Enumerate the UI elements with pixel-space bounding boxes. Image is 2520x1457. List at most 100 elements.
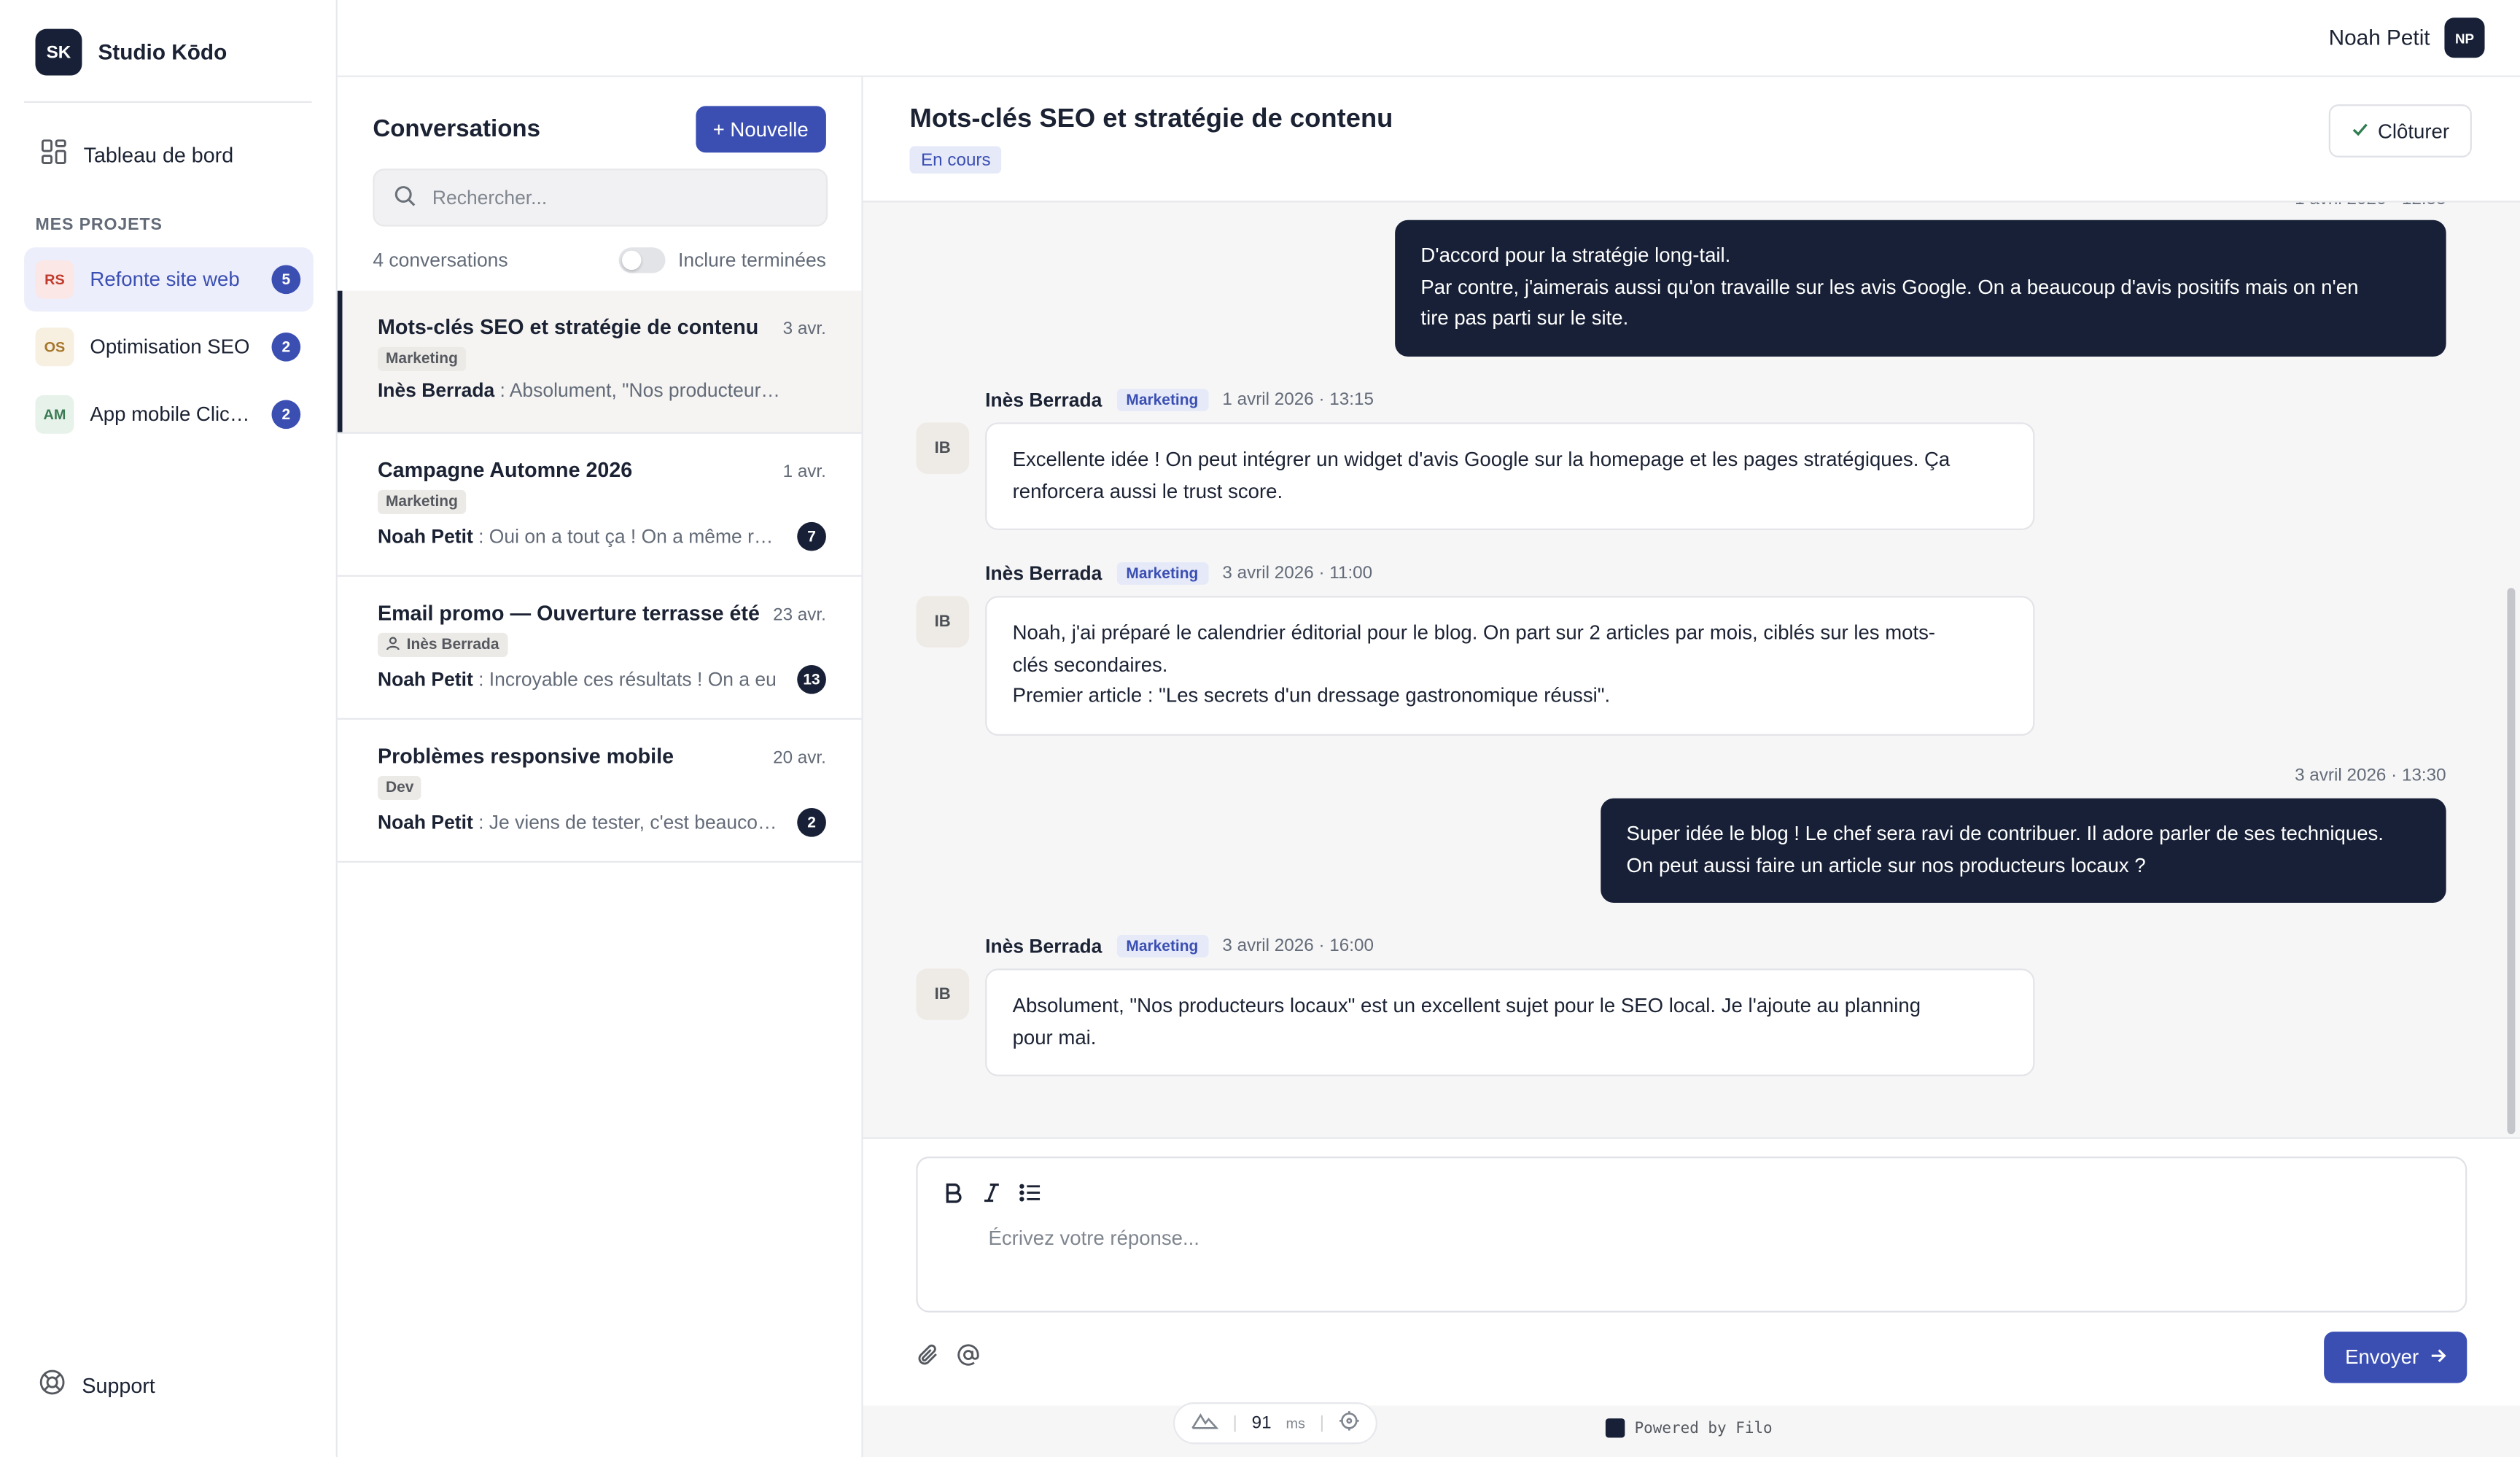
powered-by[interactable]: Powered by Filo — [1605, 1418, 1773, 1438]
tag-label: Dev — [385, 779, 414, 797]
conversation-item-foot: Inès Berrada : Absolument, "Nos producte… — [378, 379, 826, 402]
support-link[interactable]: Support — [39, 1369, 155, 1401]
reply-input[interactable] — [988, 1227, 1953, 1266]
conversation-item-head: Campagne Automne 2026 1 avr. — [378, 458, 826, 482]
powered-by-label: Powered by Filo — [1634, 1419, 1773, 1437]
app-root: SK Studio Kōdo Tableau de bord MES PROJE… — [0, 0, 2520, 1457]
user-name: Noah Petit — [2328, 26, 2430, 50]
close-conversation-button[interactable]: Clôturer — [2328, 104, 2472, 158]
mountain-icon — [1191, 1412, 1219, 1434]
unread-badge: 2 — [797, 808, 826, 837]
conversation-item[interactable]: Mots-clés SEO et stratégie de contenu 3 … — [337, 290, 862, 434]
crosshair-icon[interactable] — [1339, 1410, 1360, 1436]
bold-icon[interactable] — [940, 1179, 965, 1206]
conversation-item[interactable]: Problèmes responsive mobile 20 avr. Dev … — [337, 720, 862, 863]
tag-label: Marketing — [385, 493, 458, 511]
conversation-title: Problèmes responsive mobile — [377, 743, 674, 768]
conversation-list-header: Conversations + Nouvelle — [373, 106, 826, 154]
role-badge: Marketing — [1116, 935, 1208, 957]
preview-text: : Oui on a tout ça ! On a même reçu — [472, 525, 783, 548]
lifebuoy-icon — [39, 1369, 66, 1401]
message-outgoing: Super idée le blog ! Le chef sera ravi d… — [1601, 798, 2446, 903]
conversation-date: 1 avr. — [782, 462, 826, 482]
chat-header: Mots-clés SEO et stratégie de contenu En… — [863, 77, 2520, 203]
message-time: 3 avril 2026 · 13:30 — [2295, 766, 2446, 786]
preview-author: Noah Petit — [377, 525, 473, 548]
message-line: D'accord pour la stratégie long-tail. — [1420, 244, 1731, 267]
message-line: On peut aussi faire un article sur nos p… — [1626, 853, 2146, 877]
project-name: Refonte site web — [90, 268, 240, 291]
reply-editor — [916, 1157, 2468, 1313]
conversation-preview: Noah Petit : Je viens de tester, c'est b… — [378, 811, 782, 834]
filo-logo-icon — [1605, 1418, 1625, 1438]
unread-badge: 7 — [797, 521, 826, 551]
search-input[interactable] — [432, 186, 786, 209]
conversation-items: Mots-clés SEO et stratégie de contenu 3 … — [337, 290, 862, 863]
include-closed-toggle-wrap: Inclure terminées — [618, 247, 826, 273]
send-button[interactable]: Envoyer — [2324, 1332, 2468, 1383]
perf-value: 91 — [1251, 1413, 1272, 1433]
perf-indicator[interactable]: | 91 ms | — [1172, 1402, 1377, 1445]
role-badge: Marketing — [1116, 389, 1208, 411]
perf-unit: ms — [1286, 1415, 1305, 1431]
preview-author: Inès Berrada — [377, 378, 495, 402]
new-conversation-button[interactable]: + Nouvelle — [695, 106, 826, 153]
mention-icon[interactable] — [956, 1343, 980, 1372]
message-thread[interactable]: 1 avril 2026 · 12:55 D'accord pour la st… — [863, 202, 2520, 1138]
search-box[interactable] — [373, 168, 828, 227]
status-badge: En cours — [909, 146, 1003, 174]
user-menu[interactable]: Noah Petit NP — [2329, 18, 2485, 58]
arrow-right-icon — [2430, 1346, 2446, 1369]
project-list: RS Refonte site web 5 OS Optimisation SE… — [24, 247, 314, 450]
conversation-tag: Marketing — [377, 489, 466, 514]
sidebar-item-project[interactable]: OS Optimisation SEO 2 — [24, 315, 314, 379]
conversation-item[interactable]: Campagne Automne 2026 1 avr. Marketing N… — [337, 434, 862, 577]
message-bubble: Excellente idée ! On peut intégrer un wi… — [985, 422, 2035, 530]
scrollbar[interactable] — [2507, 588, 2516, 1135]
check-icon — [2351, 120, 2368, 142]
sidebar-item-project[interactable]: RS Refonte site web 5 — [24, 247, 314, 312]
message-header: Inès Berrada Marketing 3 avril 2026 · 16… — [985, 935, 1374, 957]
conversation-item-foot: Noah Petit : Je viens de tester, c'est b… — [378, 808, 826, 837]
conversation-preview: Noah Petit : Incroyable ces résultats ! … — [378, 668, 782, 691]
message-line: Absolument, "Nos producteurs locaux" est… — [1012, 994, 1921, 1017]
send-button-label: Envoyer — [2345, 1345, 2419, 1369]
preview-text: : Absolument, "Nos producteurs locaux" e… — [499, 378, 783, 402]
toggle-label: Inclure terminées — [678, 249, 826, 272]
conversation-item-foot: Noah Petit : Oui on a tout ça ! On a mêm… — [378, 521, 826, 551]
paperclip-icon[interactable] — [916, 1343, 940, 1372]
message-line: renforcera aussi le trust score. — [1012, 479, 1283, 502]
avatar: IB — [916, 596, 970, 648]
message-bubble: Noah, j'ai préparé le calendrier éditori… — [985, 596, 2035, 735]
italic-icon[interactable] — [979, 1179, 1004, 1206]
support-label: Support — [82, 1372, 155, 1397]
conversation-preview: Inès Berrada : Absolument, "Nos producte… — [378, 379, 782, 402]
toggle-knob — [621, 250, 642, 271]
project-avatar: OS — [35, 327, 74, 367]
conversation-item[interactable]: Email promo — Ouverture terrasse été 23 … — [337, 577, 862, 720]
close-button-label: Clôturer — [2378, 120, 2450, 142]
topbar: Noah Petit NP — [337, 0, 2520, 77]
project-avatar: RS — [35, 260, 74, 299]
preview-author: Noah Petit — [377, 668, 473, 691]
list-icon[interactable] — [1017, 1179, 1043, 1206]
conversation-list-title: Conversations — [373, 115, 541, 144]
chat-panel: Mots-clés SEO et stratégie de contenu En… — [863, 77, 2520, 1457]
sidebar-item-dashboard[interactable]: Tableau de bord — [24, 128, 314, 179]
brand-name: Studio Kōdo — [98, 40, 228, 65]
conversation-preview: Noah Petit : Oui on a tout ça ! On a mêm… — [378, 525, 782, 548]
sidebar-item-project[interactable]: AM App mobile Click ... 2 — [24, 382, 314, 446]
message-time: 3 avril 2026 · 11:00 — [1222, 564, 1373, 583]
conversation-tag: Dev — [377, 775, 422, 800]
conversation-date: 3 avr. — [782, 319, 826, 339]
conversation-title: Email promo — Ouverture terrasse été — [377, 600, 760, 625]
user-icon — [386, 635, 400, 654]
message-line: clés secondaires. — [1012, 653, 1168, 676]
conversation-date: 23 avr. — [773, 605, 826, 625]
perf-divider: | — [1319, 1413, 1325, 1433]
page-title: Mots-clés SEO et stratégie de contenu — [909, 104, 1393, 133]
project-name: App mobile Click ... — [90, 403, 256, 426]
brand[interactable]: SK Studio Kōdo — [35, 28, 228, 76]
include-closed-toggle[interactable] — [618, 247, 666, 273]
message-line: tire pas parti sur le site. — [1420, 306, 1629, 330]
